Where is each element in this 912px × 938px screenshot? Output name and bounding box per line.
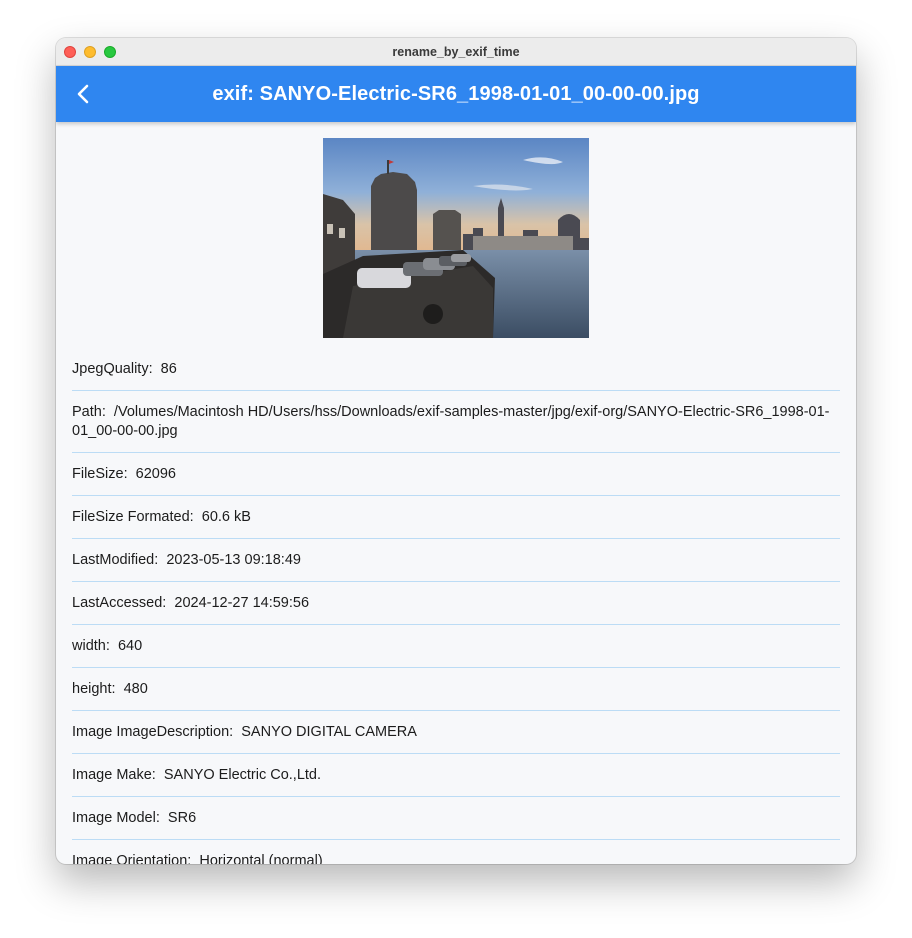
list-item: FileSize: 62096	[72, 453, 840, 496]
app-window: rename_by_exif_time exif: SANYO-Electric…	[56, 38, 856, 864]
minimize-window-button[interactable]	[84, 46, 96, 58]
app-bar: exif: SANYO-Electric-SR6_1998-01-01_00-0…	[56, 66, 856, 122]
list-item: FileSize Formated: 60.6 kB	[72, 496, 840, 539]
page-title: exif: SANYO-Electric-SR6_1998-01-01_00-0…	[212, 82, 700, 105]
list-item: width: 640	[72, 625, 840, 668]
list-item: Image Make: SANYO Electric Co.,Ltd.	[72, 754, 840, 797]
close-window-button[interactable]	[64, 46, 76, 58]
back-button[interactable]	[64, 74, 104, 114]
exif-photo	[323, 138, 589, 338]
list-item: Image ImageDescription: SANYO DIGITAL CA…	[72, 711, 840, 754]
list-item: Image Model: SR6	[72, 797, 840, 840]
window-titlebar[interactable]: rename_by_exif_time	[56, 38, 856, 66]
list-item: Path: /Volumes/Macintosh HD/Users/hss/Do…	[72, 391, 840, 453]
zoom-window-button[interactable]	[104, 46, 116, 58]
chevron-left-icon	[77, 84, 89, 104]
window-title: rename_by_exif_time	[392, 44, 520, 59]
list-item: height: 480	[72, 668, 840, 711]
list-item: Image Orientation: Horizontal (normal)	[72, 853, 323, 864]
list-item: LastModified: 2023-05-13 09:18:49	[72, 539, 840, 582]
exif-content[interactable]: JpegQuality: 86 Path: /Volumes/Macintosh…	[56, 122, 856, 864]
exif-list: JpegQuality: 86 Path: /Volumes/Macintosh…	[56, 348, 856, 864]
traffic-lights	[64, 46, 116, 58]
photo-container	[56, 122, 856, 348]
list-item: JpegQuality: 86	[72, 348, 840, 391]
list-item: LastAccessed: 2024-12-27 14:59:56	[72, 582, 840, 625]
